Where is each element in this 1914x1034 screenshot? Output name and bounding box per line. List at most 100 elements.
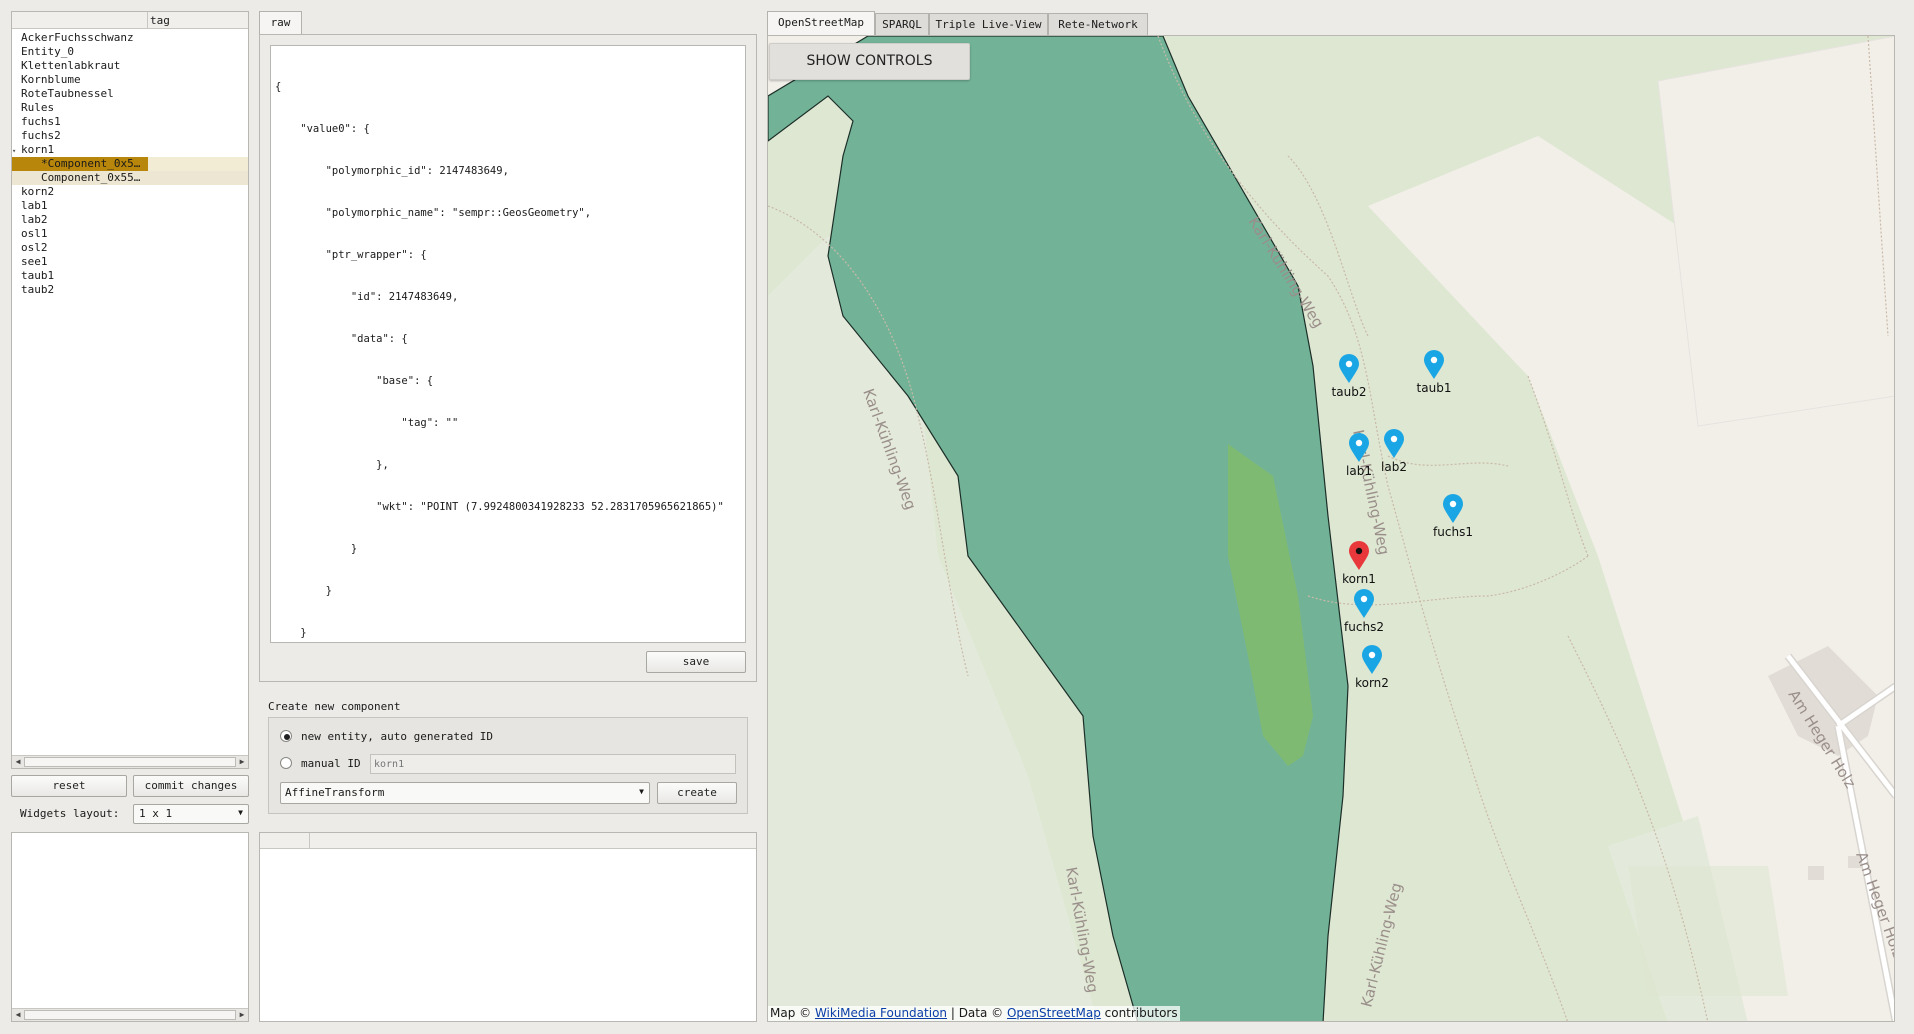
map-marker-label: taub2 [1331,385,1367,399]
scroll-thumb[interactable] [24,1010,236,1020]
map-canvas[interactable]: Karl-Kühling-Weg Karl-Kühling-Weg Karl-K… [768,36,1895,1022]
editor-tabbar: raw [259,11,757,35]
scroll-thumb[interactable] [24,757,236,767]
tree-item[interactable]: fuchs2 [21,129,61,143]
map-marker-label: korn1 [1342,572,1376,586]
radio-manual-id[interactable] [280,757,292,769]
tree-item[interactable]: lab1 [21,199,48,213]
widget-panel: ◀ ▶ [11,832,249,1022]
widgets-layout-select[interactable]: 1 x 1 ▼ [133,804,249,824]
map-marker[interactable] [1361,645,1383,675]
map-pin-icon [1362,645,1382,674]
map-pin-icon [1349,541,1369,570]
tree-item[interactable]: Kornblume [21,73,81,87]
tab-triple-live-view[interactable]: Triple Live-View [929,13,1048,35]
commit-changes-button[interactable]: commit changes [133,775,249,797]
json-line: } [275,627,307,639]
map-marker-label: lab2 [1381,460,1407,474]
map-marker[interactable] [1348,433,1370,463]
tree-item[interactable]: RoteTaubnessel [21,87,114,101]
grass-field [1657,36,1894,427]
scroll-right-icon[interactable]: ▶ [236,756,248,768]
tree-item[interactable]: taub2 [21,283,54,297]
map-marker[interactable] [1383,429,1405,459]
tree-item[interactable]: osl1 [21,227,48,241]
wood-patch [1628,866,1788,996]
map-pin-icon [1339,354,1359,383]
map-marker[interactable] [1338,354,1360,384]
map-marker-label: fuchs1 [1433,525,1473,539]
radio-auto-id-label[interactable]: new entity, auto generated ID [301,730,493,744]
map-pin-icon [1349,433,1369,462]
tree-item[interactable]: lab2 [21,213,48,227]
tab-rete-network[interactable]: Rete-Network [1048,13,1148,35]
map-marker[interactable] [1353,589,1375,619]
tree-item-child[interactable]: Component_0x55… [12,171,248,185]
component-type-value: AffineTransform [285,786,385,799]
radio-dot [284,734,290,740]
map-marker[interactable] [1423,350,1445,380]
expand-arrow-icon[interactable]: ▾ [12,144,21,158]
tree-header-col2[interactable]: tag [150,13,170,29]
map-attribution: Map © WikiMedia Foundation | Data © Open… [768,1006,1180,1021]
tree-item-selected[interactable]: *Component_0x5… [12,157,148,171]
tree-item[interactable]: fuchs1 [21,115,61,129]
json-line: { [275,81,282,93]
radio-auto-id[interactable] [280,730,292,742]
show-controls-button[interactable]: SHOW CONTROLS [769,43,970,80]
save-button[interactable]: save [646,651,746,673]
widget-panel-scrollbar[interactable]: ◀ ▶ [12,1008,248,1021]
json-editor[interactable]: { "value0": { "polymorphic_id": 21474836… [270,45,746,643]
map-tabbar: OpenStreetMap SPARQL Triple Live-View Re… [767,11,1897,35]
tree-item[interactable]: Entity_0 [21,45,74,59]
create-component-title: Create new component [268,700,401,713]
openstreetmap-link[interactable]: OpenStreetMap [1007,1006,1101,1020]
manual-id-input[interactable] [370,754,736,774]
widgets-layout-label: Widgets layout: [20,807,120,820]
scroll-left-icon[interactable]: ◀ [12,1009,24,1021]
tree-item[interactable]: AckerFuchsschwanz [21,31,134,45]
json-line: "tag": "" [275,417,459,429]
map-marker[interactable] [1348,541,1370,571]
create-component-group: new entity, auto generated ID manual ID … [268,717,748,814]
tree-item[interactable]: ▾ korn1 [12,143,54,157]
chevron-down-icon: ▼ [238,808,243,817]
attribution-prefix: Map © [770,1006,815,1020]
tree-item[interactable]: osl2 [21,241,48,255]
json-line: } [275,543,358,555]
widgets-layout-value: 1 x 1 [139,807,173,820]
tree-item[interactable]: Klettenlabkraut [21,59,120,73]
tree-item[interactable]: taub1 [21,269,54,283]
tab-raw[interactable]: raw [259,11,302,35]
component-type-select[interactable]: AffineTransform ▼ [280,782,650,804]
create-button[interactable]: create [657,782,737,804]
tree-item[interactable]: korn2 [21,185,54,199]
scroll-left-icon[interactable]: ◀ [12,756,24,768]
wikimedia-link[interactable]: WikiMedia Foundation [815,1006,947,1020]
json-line: } [275,585,332,597]
bottom-table [259,832,757,1022]
map-pin-icon [1384,429,1404,458]
tab-openstreetmap[interactable]: OpenStreetMap [767,11,875,35]
tree-item-label: Component_0x55… [41,171,141,184]
json-line: "value0": { [275,123,370,135]
map-view[interactable]: Karl-Kühling-Weg Karl-Kühling-Weg Karl-K… [767,35,1895,1022]
scroll-right-icon[interactable]: ▶ [236,1009,248,1021]
bottom-table-header-col1[interactable] [260,833,310,849]
map-marker[interactable] [1442,494,1464,524]
tree-item[interactable]: Rules [21,101,54,115]
tab-sparql[interactable]: SPARQL [875,13,929,35]
json-line: "polymorphic_id": 2147483649, [275,165,509,177]
map-pin-icon [1424,350,1444,379]
tree-header: tag [12,12,248,29]
tree-header-col1[interactable] [12,12,148,28]
map-marker-label: taub1 [1416,381,1452,395]
radio-manual-id-label[interactable]: manual ID [301,757,361,771]
attribution-suffix: contributors [1100,1006,1178,1020]
map-pin-icon [1443,494,1463,523]
entity-tree[interactable]: tag AckerFuchsschwanz Entity_0 Klettenla… [11,11,249,769]
tree-horizontal-scrollbar[interactable]: ◀ ▶ [12,755,248,768]
tree-item[interactable]: see1 [21,255,48,269]
reset-button[interactable]: reset [11,775,127,797]
map-pin-icon [1354,589,1374,618]
